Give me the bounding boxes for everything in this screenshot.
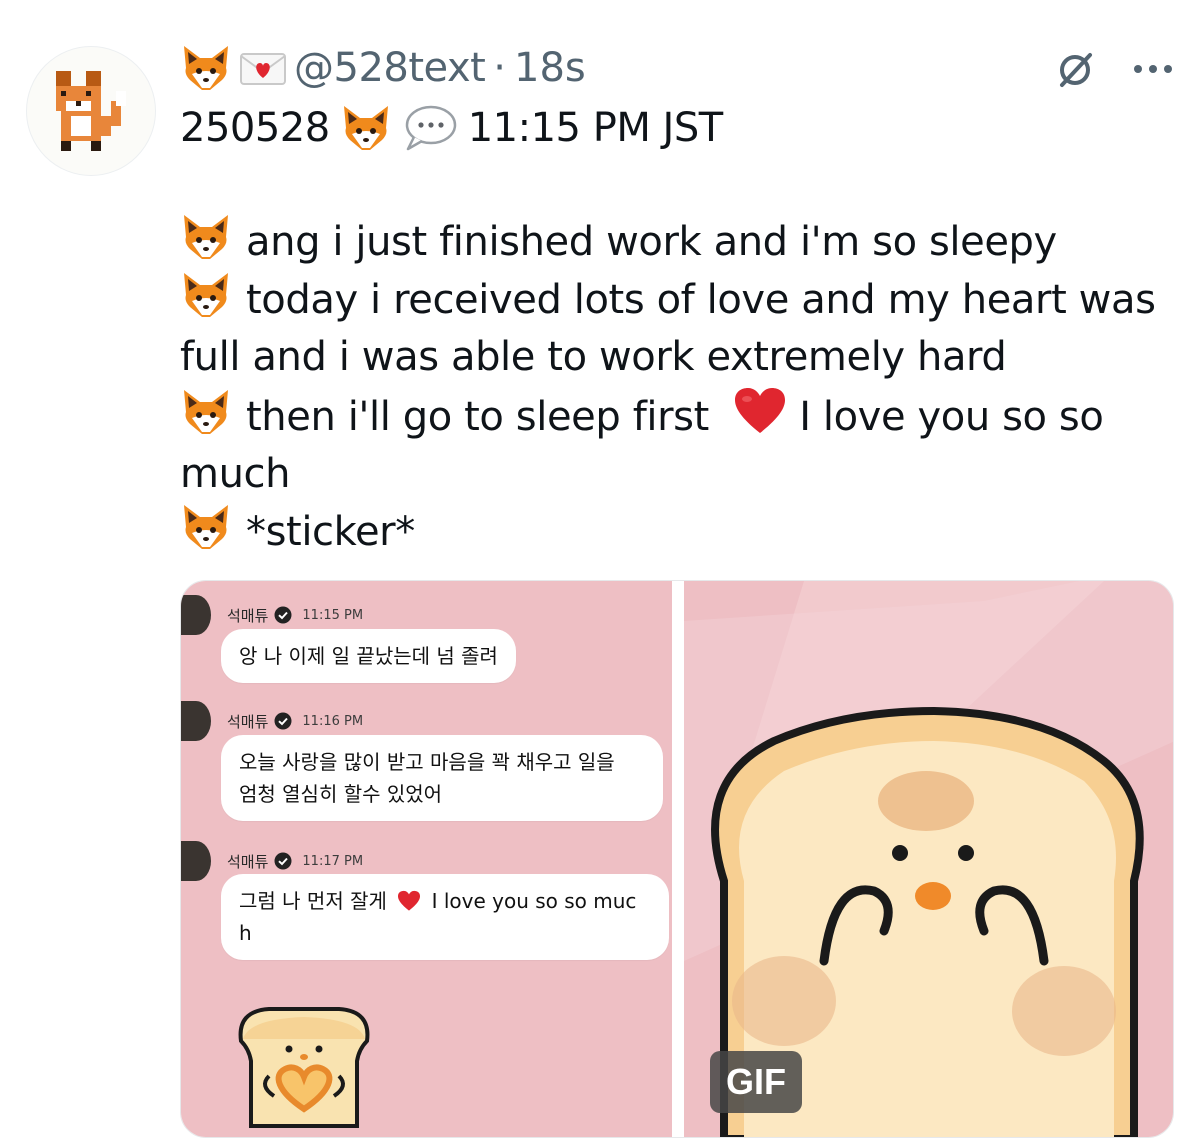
- tweet-media: 석매튜 11:15 PM 앙 나 이제 일 끝났는데 넘 졸려 석매튜 11:1…: [180, 580, 1174, 1138]
- body-text-1: ang i just finished work and i'm so slee…: [246, 219, 1057, 265]
- media-divider: [672, 581, 684, 1137]
- speech-bubble-icon: [402, 103, 458, 153]
- fox-face-icon: [340, 104, 392, 152]
- chat-bubble: 앙 나 이제 일 끝났는데 넘 졸려: [221, 629, 516, 683]
- body-line-3: full and i was able to work extremely ha…: [180, 334, 1007, 380]
- fox-face-icon: [180, 388, 232, 436]
- chat-sender-name: 석매튜: [227, 712, 269, 731]
- body-line-2: today i received lots of love and my hea…: [180, 271, 1170, 329]
- avatar: [181, 595, 211, 635]
- love-letter-icon: [238, 48, 288, 88]
- media-gif[interactable]: GIF: [684, 581, 1173, 1137]
- more-icon[interactable]: [1132, 63, 1174, 75]
- red-heart-icon: [398, 890, 421, 911]
- chat-text: 오늘 사랑을 많이 받고 마음을 꽉 채우고 일을: [239, 750, 615, 774]
- chat-text: 앙 나 이제 일 끝났는데 넘 졸려: [239, 644, 498, 668]
- fox-face-icon: [180, 271, 232, 319]
- profile-avatar[interactable]: [26, 46, 156, 176]
- chat-time: 11:16 PM: [302, 713, 364, 729]
- fox-face-icon: [180, 503, 232, 551]
- separator-dot: ·: [493, 45, 507, 91]
- avatar: [181, 841, 211, 881]
- chat-text: I love you so so muc: [431, 889, 637, 913]
- timestamp[interactable]: 18s: [514, 45, 586, 91]
- pixel-fox-avatar-icon: [56, 71, 126, 151]
- toast-heart-sticker: [238, 1007, 370, 1128]
- body-text-4a: then i'll go to sleep first: [246, 394, 709, 440]
- fox-face-icon: [180, 44, 232, 92]
- author-handle[interactable]: @528text: [294, 45, 486, 91]
- chat-sender-name: 석매튜: [227, 852, 269, 871]
- gif-badge[interactable]: GIF: [710, 1051, 802, 1113]
- body-line-1: ang i just finished work and i'm so slee…: [180, 213, 1170, 271]
- chat-time: 11:17 PM: [302, 853, 364, 869]
- red-heart-icon: [733, 386, 787, 436]
- body-text-4b: I love you so so: [799, 394, 1104, 440]
- chat-bubble: 오늘 사랑을 많이 받고 마음을 꽉 채우고 일을 엄청 열심히 할수 있었어: [221, 735, 663, 821]
- chat-text: h: [239, 921, 252, 945]
- tweet-date-line: 250528 11:15 PM JST: [180, 100, 723, 156]
- chat-text: 그럼 나 먼저 잘게: [239, 889, 387, 913]
- verified-check-icon: [274, 712, 292, 730]
- verified-check-icon: [274, 606, 292, 624]
- body-text-6: *sticker*: [246, 509, 415, 555]
- time-label: 11:15 PM JST: [467, 105, 723, 151]
- body-text-2: today i received lots of love and my hea…: [246, 277, 1156, 323]
- verified-check-icon: [274, 852, 292, 870]
- chat-text: 엄청 열심히 할수 있었어: [239, 782, 443, 806]
- chat-bubble: 그럼 나 먼저 잘게 I love you so so muc h: [221, 874, 669, 960]
- chat-sender-name: 석매튜: [227, 606, 269, 625]
- date-code: 250528: [180, 105, 330, 151]
- body-line-5: much: [180, 451, 291, 497]
- body-line-4: then i'll go to sleep first I love you s…: [180, 386, 1170, 446]
- tweet-header: @528text · 18s: [180, 40, 586, 96]
- grok-icon[interactable]: [1054, 47, 1098, 91]
- header-actions: [1054, 46, 1174, 92]
- chat-time: 11:15 PM: [302, 607, 364, 623]
- body-line-6: *sticker*: [180, 503, 1170, 561]
- tweet-body: ang i just finished work and i'm so slee…: [180, 213, 1170, 561]
- media-image-chat[interactable]: 석매튜 11:15 PM 앙 나 이제 일 끝났는데 넘 졸려 석매튜 11:1…: [181, 581, 672, 1137]
- fox-face-icon: [180, 213, 232, 261]
- avatar: [181, 701, 211, 741]
